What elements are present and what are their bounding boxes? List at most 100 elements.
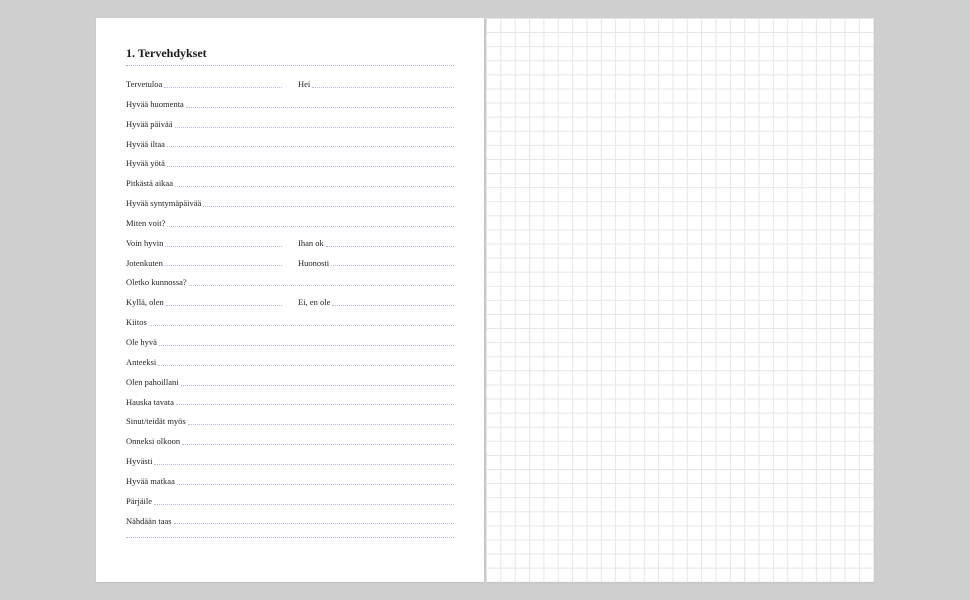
- vocabulary-row: Nähdään taas: [126, 517, 454, 526]
- vocabulary-term: Hyvää iltaa: [126, 140, 454, 149]
- vocabulary-term: Pärjäile: [126, 497, 454, 506]
- vocabulary-term: Miten voit?: [126, 219, 454, 228]
- vocabulary-row: Anteeksi: [126, 358, 454, 367]
- dotted-fill-line: [167, 146, 454, 147]
- vocabulary-row: Sinut/teidät myös: [126, 417, 454, 426]
- dotted-fill-line: [326, 246, 454, 247]
- vocabulary-row: Hyvää syntymäpäivää: [126, 199, 454, 208]
- vocabulary-term: Oletko kunnossa?: [126, 278, 454, 287]
- term-label: Onneksi olkoon: [126, 437, 180, 446]
- vocabulary-row: Hyvää huomenta: [126, 100, 454, 109]
- term-label: Hyvää päivää: [126, 120, 173, 129]
- vocabulary-row: Hyvää iltaa: [126, 140, 454, 149]
- dotted-fill-line: [149, 325, 454, 326]
- vocabulary-row: Pärjäile: [126, 497, 454, 506]
- term-label: Miten voit?: [126, 219, 165, 228]
- vocabulary-row: Oletko kunnossa?: [126, 278, 454, 287]
- term-label: Hyvää iltaa: [126, 140, 165, 149]
- vocabulary-term: Olen pahoillani: [126, 378, 454, 387]
- dotted-fill-line: [165, 246, 282, 247]
- vocabulary-term: Kyllä, olen: [126, 298, 282, 307]
- term-label: Olen pahoillani: [126, 378, 179, 387]
- vocabulary-row: Tervetuloa Hei: [126, 80, 454, 89]
- vocabulary-term: Ihan ok: [298, 239, 454, 248]
- term-label: Hyvää syntymäpäivää: [126, 199, 201, 208]
- dotted-fill-line: [186, 107, 454, 108]
- dotted-fill-line: [312, 87, 454, 88]
- vocabulary-row: Jotenkuten Huonosti: [126, 259, 454, 268]
- vocabulary-term: Nähdään taas: [126, 517, 454, 526]
- term-label: Pitkästä aikaa: [126, 179, 173, 188]
- term-label: Anteeksi: [126, 358, 156, 367]
- dotted-fill-line: [175, 127, 455, 128]
- heading-underline: [126, 65, 454, 66]
- vocabulary-row: Hauska tavata: [126, 398, 454, 407]
- vocabulary-term: Kiitos: [126, 318, 454, 327]
- term-label: Tervetuloa: [126, 80, 162, 89]
- vocabulary-row: Hyvästi: [126, 457, 454, 466]
- term-label: Ei, en ole: [298, 298, 330, 307]
- section-heading: 1. Tervehdykset: [126, 46, 454, 61]
- vocabulary-term: Hyvää päivää: [126, 120, 454, 129]
- right-page-grid: [486, 18, 874, 582]
- vocabulary-row: Hyvää yötä: [126, 159, 454, 168]
- vocabulary-term: Ole hyvä: [126, 338, 454, 347]
- dotted-fill-line: [164, 87, 282, 88]
- vocabulary-row: Voin hyvin Ihan ok: [126, 239, 454, 248]
- term-label: Pärjäile: [126, 497, 152, 506]
- vocabulary-term: Hyvää yötä: [126, 159, 454, 168]
- vocabulary-term: Ei, en ole: [298, 298, 454, 307]
- term-label: Jotenkuten: [126, 259, 163, 268]
- dotted-fill-line: [175, 186, 454, 187]
- dotted-fill-line: [331, 265, 454, 266]
- dotted-fill-line: [188, 424, 454, 425]
- dotted-fill-line: [174, 523, 454, 524]
- vocabulary-term: Hauska tavata: [126, 398, 454, 407]
- vocabulary-term: Hei: [298, 80, 454, 89]
- left-page: 1. Tervehdykset Tervetuloa Hei Hyvää huome…: [96, 18, 484, 582]
- vocabulary-term: Onneksi olkoon: [126, 437, 454, 446]
- page-spread: 1. Tervehdykset Tervetuloa Hei Hyvää huome…: [96, 18, 874, 582]
- vocabulary-row: Ole hyvä: [126, 338, 454, 347]
- vocabulary-term: Hyvää huomenta: [126, 100, 454, 109]
- vocabulary-row: Kiitos: [126, 318, 454, 327]
- dotted-fill-line: [166, 305, 282, 306]
- vocabulary-term: Voin hyvin: [126, 239, 282, 248]
- term-label: Sinut/teidät myös: [126, 417, 186, 426]
- term-label: Hyvää huomenta: [126, 100, 184, 109]
- term-label: Hauska tavata: [126, 398, 174, 407]
- dotted-fill-line: [158, 365, 454, 366]
- vocabulary-term: Hyvää syntymäpäivää: [126, 199, 454, 208]
- dotted-fill-line: [332, 305, 454, 306]
- term-label: Kiitos: [126, 318, 147, 327]
- term-label: Ihan ok: [298, 239, 324, 248]
- dotted-fill-line: [165, 265, 282, 266]
- vocabulary-row: Miten voit?: [126, 219, 454, 228]
- vocabulary-row: Hyvää päivää: [126, 120, 454, 129]
- dotted-fill-line: [177, 484, 454, 485]
- term-label: Hyvästi: [126, 457, 152, 466]
- dotted-fill-line: [159, 345, 454, 346]
- vocabulary-term: Hyvästi: [126, 457, 454, 466]
- term-label: Hyvää yötä: [126, 159, 165, 168]
- term-label: Voin hyvin: [126, 239, 163, 248]
- term-label: Huonosti: [298, 259, 329, 268]
- term-label: Ole hyvä: [126, 338, 157, 347]
- vocabulary-term: Tervetuloa: [126, 80, 282, 89]
- vocabulary-row: Olen pahoillani: [126, 378, 454, 387]
- dotted-fill-line: [176, 404, 454, 405]
- term-label: Hyvää matkaa: [126, 477, 175, 486]
- vocabulary-term: Pitkästä aikaa: [126, 179, 454, 188]
- vocabulary-row: Hyvää matkaa: [126, 477, 454, 486]
- dotted-fill-line: [189, 285, 454, 286]
- vocabulary-term: Huonosti: [298, 259, 454, 268]
- vocabulary-term: Hyvää matkaa: [126, 477, 454, 486]
- dotted-fill-line: [154, 464, 454, 465]
- term-label: Kyllä, olen: [126, 298, 164, 307]
- dotted-fill-line: [154, 504, 454, 505]
- term-label: Oletko kunnossa?: [126, 278, 187, 287]
- vocabulary-term: Jotenkuten: [126, 259, 282, 268]
- vocabulary-list: Tervetuloa Hei Hyvää huomenta Hyvää päivää H…: [126, 80, 454, 526]
- vocabulary-row: Kyllä, olen Ei, en ole: [126, 298, 454, 307]
- vocabulary-row: Onneksi olkoon: [126, 437, 454, 446]
